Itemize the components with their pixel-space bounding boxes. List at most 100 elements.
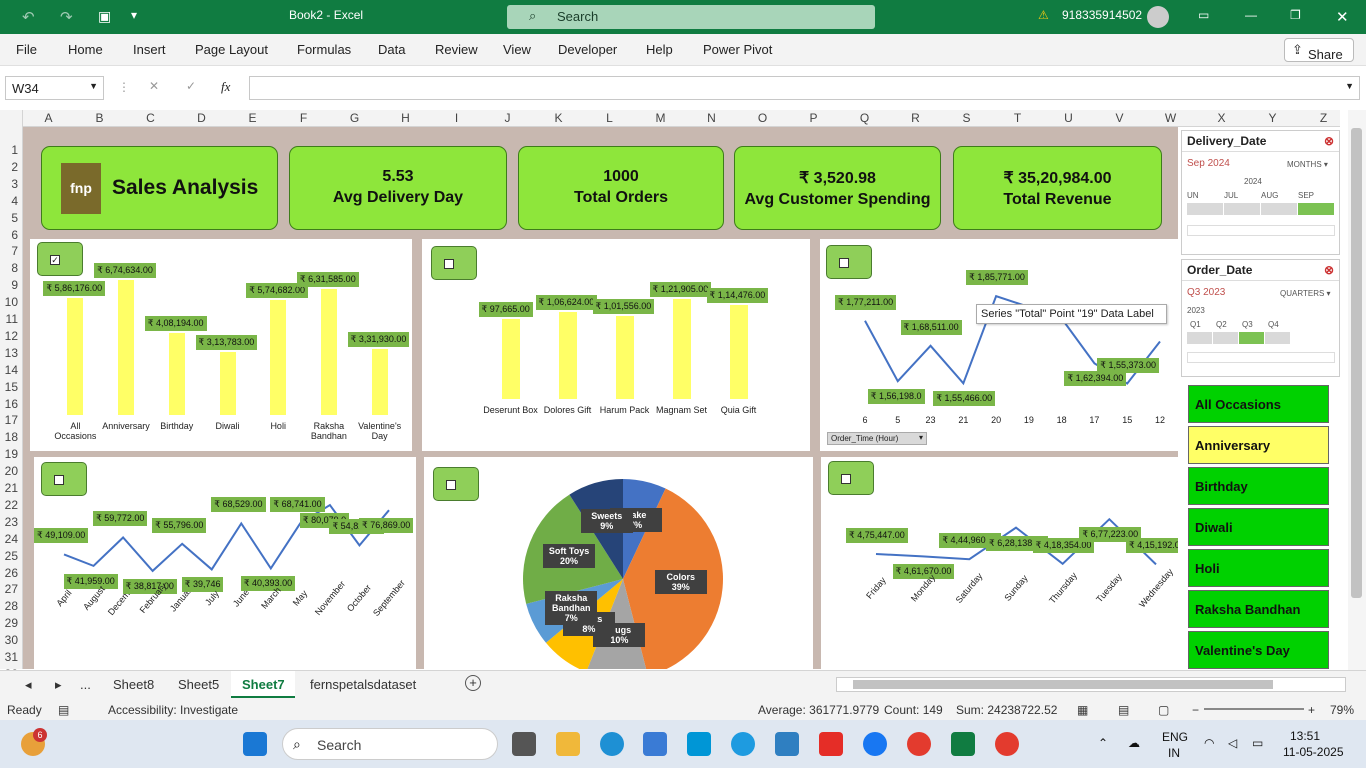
occasion-revenue-chart[interactable]: ₹ 5,86,176.00 All Occasions ₹ 6,74,634.00 A… bbox=[30, 239, 412, 451]
tab-help[interactable]: Help bbox=[646, 42, 673, 57]
row-header-23[interactable]: 23 bbox=[5, 515, 18, 529]
row-header-21[interactable]: 21 bbox=[5, 481, 18, 495]
chart-filter-checkbox[interactable] bbox=[431, 246, 477, 280]
occasion-slicer-item[interactable]: Birthday bbox=[1188, 467, 1329, 505]
tab-data[interactable]: Data bbox=[378, 42, 405, 57]
occasion-slicer-item[interactable]: Holi bbox=[1188, 549, 1329, 587]
hourly-revenue-chart[interactable]: ₹ 1,77,211.00 6 ₹ 1,56,198.0 5 ₹ 1,68,511.00… bbox=[820, 239, 1178, 451]
excel-icon[interactable] bbox=[951, 732, 975, 756]
monthly-revenue-chart[interactable]: ₹ 49,109.00 April ₹ 41,959.00 August ₹ 59,77… bbox=[34, 457, 416, 669]
account-name[interactable]: 918335914502 bbox=[1062, 8, 1142, 22]
column-header-x[interactable]: X bbox=[1196, 111, 1247, 125]
row-header-11[interactable]: 11 bbox=[6, 312, 18, 326]
wifi-icon[interactable]: ◠ bbox=[1204, 736, 1214, 750]
vertical-scrollbar[interactable] bbox=[1348, 110, 1366, 670]
scroll-thumb[interactable] bbox=[1351, 128, 1362, 598]
row-header-24[interactable]: 24 bbox=[5, 532, 18, 546]
row-header-10[interactable]: 10 bbox=[5, 295, 18, 309]
add-sheet-icon[interactable]: + bbox=[465, 675, 481, 691]
column-header-d[interactable]: D bbox=[176, 111, 227, 125]
share-button[interactable]: ⇪ Share bbox=[1284, 38, 1354, 62]
column-header-v[interactable]: V bbox=[1094, 111, 1145, 125]
row-header-6[interactable]: 6 bbox=[11, 228, 18, 242]
tab-formulas[interactable]: Formulas bbox=[297, 42, 351, 57]
column-header-r[interactable]: R bbox=[890, 111, 941, 125]
task-view-icon[interactable] bbox=[512, 732, 536, 756]
column-header-k[interactable]: K bbox=[533, 111, 584, 125]
column-header-e[interactable]: E bbox=[227, 111, 278, 125]
accessibility-status[interactable]: Accessibility: Investigate bbox=[108, 703, 238, 717]
timeline-scrollbar[interactable] bbox=[1187, 225, 1335, 236]
scroll-right-icon[interactable]: ▸ bbox=[55, 677, 62, 693]
row-header-8[interactable]: 8 bbox=[11, 261, 18, 275]
tab-developer[interactable]: Developer bbox=[558, 42, 617, 57]
file-explorer-icon[interactable] bbox=[556, 732, 580, 756]
clear-filter-icon[interactable]: ⊗ bbox=[1324, 134, 1334, 148]
row-header-29[interactable]: 29 bbox=[5, 616, 18, 630]
macro-icon[interactable]: ▤ bbox=[58, 703, 69, 717]
facebook-icon[interactable] bbox=[863, 732, 887, 756]
hp-icon[interactable] bbox=[687, 732, 711, 756]
row-header-18[interactable]: 18 bbox=[5, 430, 18, 444]
column-header-i[interactable]: I bbox=[431, 111, 482, 125]
zoom-slider[interactable] bbox=[1204, 708, 1304, 710]
column-header-m[interactable]: M bbox=[635, 111, 686, 125]
time-level-dropdown[interactable]: QUARTERS ▾ bbox=[1280, 289, 1331, 298]
cancel-icon[interactable]: ✕ bbox=[149, 79, 159, 93]
select-all-corner[interactable] bbox=[0, 110, 23, 127]
occasion-slicer-item[interactable]: Raksha Bandhan bbox=[1188, 590, 1329, 628]
column-header-g[interactable]: G bbox=[329, 111, 380, 125]
column-header-h[interactable]: H bbox=[380, 111, 431, 125]
close-icon[interactable]: ✕ bbox=[1336, 8, 1349, 26]
weather-icon[interactable]: ☁ bbox=[1128, 736, 1140, 750]
row-header-7[interactable]: 7 bbox=[11, 244, 18, 258]
store-icon[interactable] bbox=[643, 732, 667, 756]
sheet-tab-sheet8[interactable]: Sheet8 bbox=[113, 677, 154, 692]
row-header-19[interactable]: 19 bbox=[5, 447, 18, 461]
column-header-b[interactable]: B bbox=[74, 111, 125, 125]
enter-icon[interactable]: ✓ bbox=[186, 79, 196, 93]
column-header-s[interactable]: S bbox=[941, 111, 992, 125]
column-header-z[interactable]: Z bbox=[1298, 111, 1349, 125]
row-header-4[interactable]: 4 bbox=[11, 194, 18, 208]
row-header-13[interactable]: 13 bbox=[5, 346, 18, 360]
volume-icon[interactable]: ◁ bbox=[1228, 736, 1237, 750]
checkbox-icon[interactable] bbox=[54, 475, 64, 485]
customize-icon[interactable]: ▾ bbox=[131, 8, 137, 22]
product-revenue-chart[interactable]: ₹ 97,665.00 Deserunt Box ₹ 1,06,624.00 Dolo… bbox=[422, 239, 810, 451]
sheet-tab-more[interactable]: ... bbox=[80, 677, 91, 692]
checkbox-icon[interactable] bbox=[444, 259, 454, 269]
chart-filter-checkbox[interactable] bbox=[41, 462, 87, 496]
redo-icon[interactable]: ↷ bbox=[60, 8, 73, 26]
row-header-1[interactable]: 1 bbox=[11, 143, 18, 157]
timeline-month-cell[interactable] bbox=[1187, 203, 1223, 215]
column-header-u[interactable]: U bbox=[1043, 111, 1094, 125]
tray-chevron-icon[interactable]: ⌃ bbox=[1098, 736, 1108, 750]
worksheet-grid[interactable]: fnp Sales Analysis 5.53 Avg Delivery Day… bbox=[23, 127, 1178, 669]
name-box[interactable]: W34 ▼ bbox=[5, 76, 104, 100]
chart-filter-checkbox[interactable]: ✓ bbox=[37, 242, 83, 276]
edge-icon[interactable] bbox=[600, 732, 624, 756]
row-header-3[interactable]: 3 bbox=[11, 177, 18, 191]
taskbar-search[interactable]: ⌕ Search bbox=[282, 728, 498, 760]
row-header-20[interactable]: 20 bbox=[5, 464, 18, 478]
tab-page-layout[interactable]: Page Layout bbox=[195, 42, 268, 57]
normal-view-icon[interactable]: ▦ bbox=[1077, 703, 1088, 717]
tab-home[interactable]: Home bbox=[68, 42, 103, 57]
row-header-22[interactable]: 22 bbox=[5, 498, 18, 512]
timeline-quarter-cell[interactable] bbox=[1265, 332, 1290, 344]
zoom-level[interactable]: 79% bbox=[1330, 703, 1354, 717]
horizontal-scrollbar[interactable] bbox=[836, 677, 1346, 692]
order-date-slicer[interactable]: Order_Date ⊗ Q3 2023 QUARTERS ▾ 2023 Q1 Q2… bbox=[1181, 259, 1340, 377]
chart-filter-checkbox[interactable] bbox=[828, 461, 874, 495]
tab-view[interactable]: View bbox=[503, 42, 531, 57]
column-header-f[interactable]: F bbox=[278, 111, 329, 125]
chart-filter-checkbox[interactable] bbox=[826, 245, 872, 279]
row-header-31[interactable]: 31 bbox=[5, 650, 18, 664]
timeline-quarter-cell[interactable] bbox=[1187, 332, 1212, 344]
chart-filter-checkbox[interactable] bbox=[433, 467, 479, 501]
chrome-icon[interactable] bbox=[907, 732, 931, 756]
help-icon[interactable] bbox=[731, 732, 755, 756]
timeline-month-cell[interactable] bbox=[1261, 203, 1297, 215]
save-icon[interactable]: ▣ bbox=[98, 8, 111, 25]
